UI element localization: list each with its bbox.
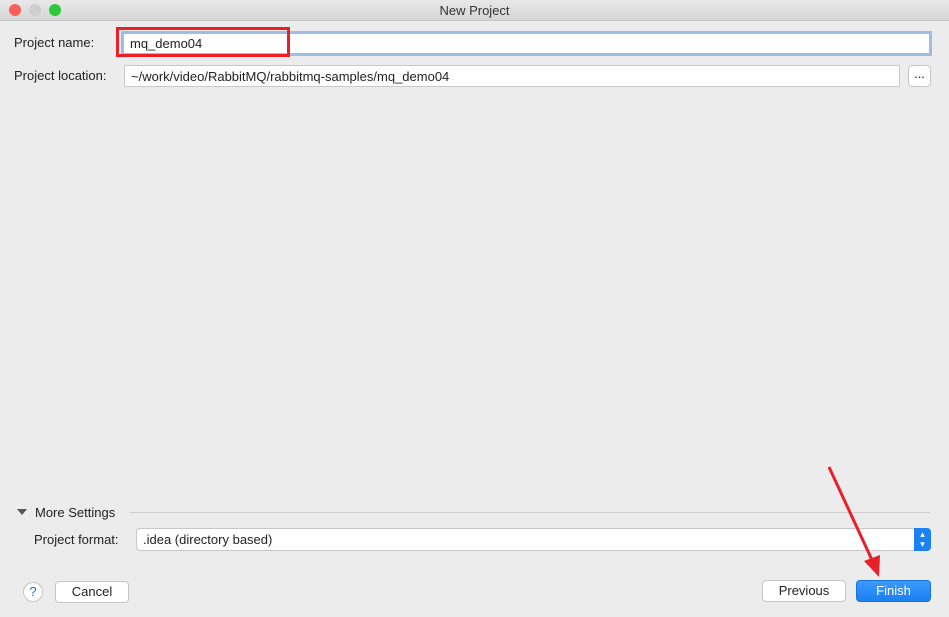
annotation-arrow: [827, 466, 880, 577]
arrow-head-icon: [864, 555, 880, 577]
arrow-line: [827, 466, 874, 561]
